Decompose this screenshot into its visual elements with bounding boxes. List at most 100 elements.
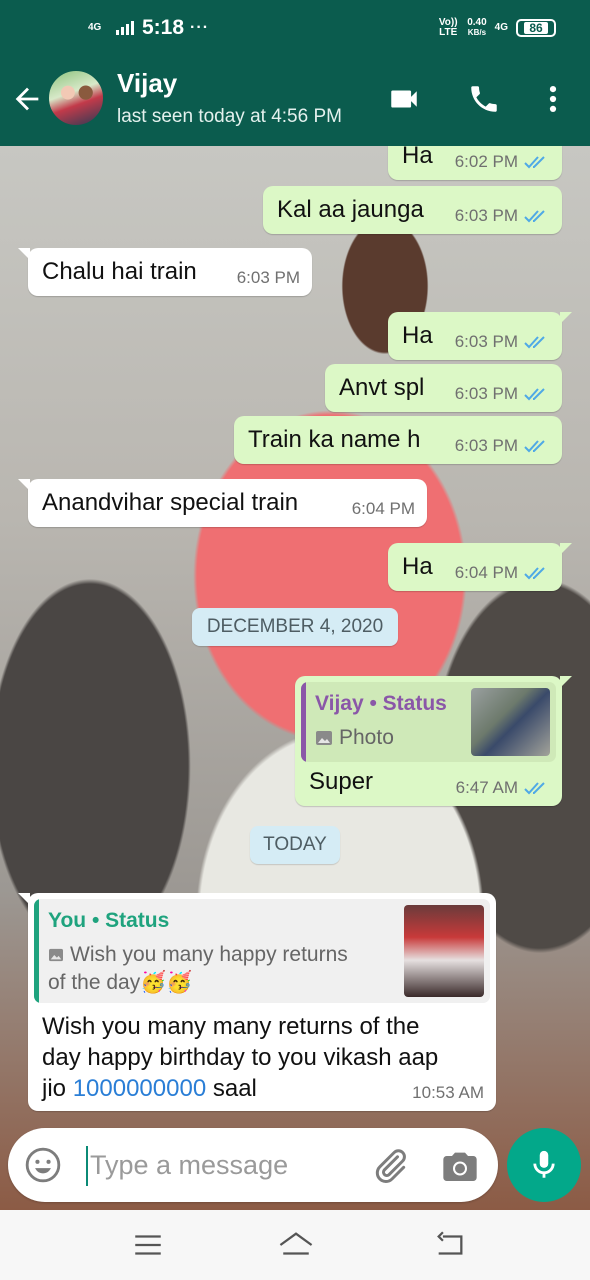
message-bubble-incoming-reply[interactable]: You • Status Wish you many happy returns…: [18, 893, 496, 1111]
quote-title: Vijay • Status: [315, 692, 447, 715]
voice-message-button[interactable]: [507, 1128, 581, 1202]
quote-line-2: of the day🥳🥳: [48, 971, 193, 994]
message-text: Ha: [402, 322, 433, 349]
message-time: 6:03 PM: [454, 384, 518, 403]
message-text: Wish you many many returns of the day ha…: [42, 1011, 438, 1104]
message-meta: 6:04 PM: [352, 499, 415, 519]
message-meta: 6:02 PM: [455, 152, 550, 172]
message-bubble-outgoing[interactable]: Train ka name h 6:03 PM: [234, 416, 562, 464]
bubble-tail: [18, 479, 30, 491]
message-meta: 6:03 PM: [455, 332, 550, 352]
message-time: 6:03 PM: [454, 206, 518, 225]
back-icon[interactable]: [432, 1228, 468, 1262]
bubble-tail: [560, 676, 572, 688]
quote-title: You • Status: [48, 909, 170, 932]
read-ticks-icon: [524, 388, 545, 401]
quote-line-1: Wish you many happy returns: [48, 943, 348, 967]
message-line-1: Wish you many many returns of the: [42, 1013, 420, 1040]
more-options-icon[interactable]: [536, 82, 570, 116]
message-bubble-outgoing[interactable]: Ha 6:03 PM: [388, 312, 572, 360]
message-input-bar: [8, 1128, 498, 1202]
avatar[interactable]: [47, 69, 105, 127]
message-line-3-pre: jio: [42, 1075, 73, 1102]
message-meta: 6:03 PM: [455, 436, 550, 456]
message-text: Ha: [402, 146, 433, 169]
phone-number-link[interactable]: 1000000000: [73, 1075, 206, 1102]
photo-icon: [49, 948, 63, 962]
message-text: Anandvihar special train: [42, 489, 299, 516]
status-left: 4G 5:18 ···: [88, 16, 209, 40]
bubble-tail: [560, 543, 572, 555]
volte-indicator: Vo)) LTE: [438, 17, 458, 38]
message-time: 6:04 PM: [454, 563, 518, 582]
message-time: 6:47 AM: [455, 778, 518, 797]
attach-icon[interactable]: [370, 1146, 410, 1186]
message-text: Super: [309, 768, 374, 795]
clock: 5:18: [142, 16, 185, 39]
status-bar: 4G 5:18 ··· Vo)) LTE 0.40 KB/s 4G 86: [0, 0, 590, 54]
message-meta: 6:03 PM: [455, 384, 550, 404]
bubble-tail: [18, 893, 30, 905]
message-text: Chalu hai train: [42, 258, 197, 285]
back-arrow-icon[interactable]: [10, 82, 44, 116]
read-ticks-icon: [524, 782, 545, 795]
network-type-right: 4G: [494, 22, 508, 33]
message-bubble-outgoing[interactable]: Kal aa jaunga 6:03 PM: [263, 186, 562, 234]
quoted-status[interactable]: Vijay • Status Photo: [301, 682, 556, 762]
message-meta: 6:03 PM: [455, 206, 550, 226]
message-time: 6:03 PM: [236, 268, 300, 287]
message-time: 6:04 PM: [351, 499, 415, 518]
read-ticks-icon: [524, 210, 545, 223]
message-bubble-outgoing[interactable]: Ha 6:04 PM: [388, 543, 572, 591]
network-type: 4G: [88, 22, 102, 33]
status-right: Vo)) LTE 0.40 KB/s 4G 86: [437, 18, 556, 38]
last-seen-status[interactable]: last seen today at 4:56 PM: [117, 106, 342, 128]
signal-icon: [116, 21, 136, 35]
message-text: Anvt spl: [339, 374, 425, 401]
message-line-2: day happy birthday to you vikash aap: [42, 1044, 439, 1071]
read-ticks-icon: [524, 440, 545, 453]
message-text: Ha: [402, 553, 433, 580]
text-cursor: [86, 1146, 88, 1186]
quote-accent-bar: [34, 899, 39, 1003]
message-line-3-post: saal: [206, 1075, 257, 1102]
message-meta: 6:03 PM: [237, 268, 300, 288]
message-line-3: jio 1000000000 saal: [42, 1073, 438, 1104]
quote-line-1-text: Wish you many happy returns: [70, 943, 348, 966]
message-bubble-incoming[interactable]: Chalu hai train 6:03 PM: [18, 248, 312, 296]
message-meta: 6:04 PM: [455, 563, 550, 583]
voice-call-icon[interactable]: [466, 82, 502, 116]
status-thumbnail: [404, 905, 484, 997]
system-nav-bar: [0, 1210, 590, 1280]
message-bubble-outgoing[interactable]: Ha 6:02 PM: [388, 146, 562, 180]
quote-accent-bar: [301, 682, 306, 762]
bubble-tail: [560, 312, 572, 324]
message-meta: 6:47 AM: [456, 778, 550, 798]
net-speed-unit: KB/s: [467, 28, 487, 37]
camera-icon[interactable]: [440, 1146, 480, 1186]
message-bubble-incoming[interactable]: Anandvihar special train 6:04 PM: [18, 479, 427, 527]
message-input[interactable]: [90, 1144, 350, 1186]
message-bubble-outgoing-reply[interactable]: Vijay • Status Photo Super 6:47 AM: [295, 676, 572, 806]
home-icon[interactable]: [276, 1228, 316, 1262]
date-separator-today: TODAY: [250, 826, 340, 864]
read-ticks-icon: [524, 156, 545, 169]
chat-area[interactable]: Ha 6:02 PM Kal aa jaunga 6:03 PM Chalu h…: [0, 146, 590, 1210]
notification-dots: ···: [190, 19, 210, 36]
message-bubble-outgoing[interactable]: Anvt spl 6:03 PM: [325, 364, 562, 412]
emoji-icon[interactable]: [24, 1146, 62, 1184]
chat-header: Vijay last seen today at 4:56 PM: [0, 54, 590, 146]
message-text: Train ka name h: [248, 426, 421, 453]
message-time: 10:53 AM: [412, 1083, 484, 1102]
microphone-icon: [533, 1150, 555, 1178]
battery-level: 86: [524, 22, 548, 34]
video-call-icon[interactable]: [386, 82, 422, 116]
quoted-status[interactable]: You • Status Wish you many happy returns…: [34, 899, 490, 1003]
message-time: 6:02 PM: [454, 152, 518, 171]
quote-subtitle: Photo: [315, 726, 394, 750]
quote-subtitle-text: Photo: [339, 726, 394, 749]
message-time: 6:03 PM: [454, 332, 518, 351]
contact-name[interactable]: Vijay: [117, 68, 177, 99]
menu-icon[interactable]: [130, 1228, 166, 1262]
date-separator: DECEMBER 4, 2020: [192, 608, 398, 646]
